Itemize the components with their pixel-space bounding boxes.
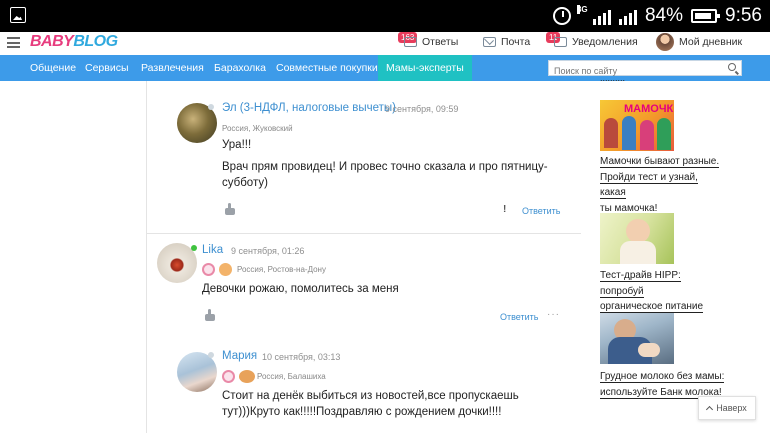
promo-image-milk-bank[interactable] xyxy=(600,313,674,364)
user-avatar[interactable] xyxy=(656,33,674,51)
twins-icon xyxy=(239,370,255,383)
comment-location: Россия, Балашиха xyxy=(257,372,326,381)
bell-icon xyxy=(554,37,567,47)
nav-item-flea-market[interactable]: Барахолка xyxy=(206,55,274,81)
status-bar: 3G 84% 9:56 xyxy=(0,0,770,32)
menu-icon[interactable] xyxy=(7,37,20,48)
comment-author[interactable]: Lika xyxy=(202,244,223,256)
babyblog-logo[interactable]: BABYBLOG xyxy=(30,33,118,51)
nav-item-services[interactable]: Сервисы xyxy=(77,55,137,81)
pregnancy-status-icon xyxy=(202,263,215,276)
comment-avatar[interactable] xyxy=(177,352,217,392)
diary-label: Мой дневник xyxy=(679,36,743,48)
comment-text-line: тут)))Круто как!!!!!Поздравляю с рождени… xyxy=(222,406,502,418)
comment-author[interactable]: Мария xyxy=(222,350,257,362)
comment-text-line: Девочки рожаю, помолитесь за меня xyxy=(202,283,399,295)
gallery-notification-icon xyxy=(10,7,26,23)
search-icon[interactable] xyxy=(728,63,736,71)
search-box xyxy=(548,60,742,78)
content-divider xyxy=(146,81,147,433)
site-header: BABYBLOG 163 Ответы Почта 11 Уведомления… xyxy=(0,32,770,55)
comment-text-line: субботу) xyxy=(222,177,268,189)
scroll-to-top-label: Наверх xyxy=(716,403,747,413)
promo-text-hipp[interactable]: Тест-драйв HIPP: попробуй органическое п… xyxy=(600,268,725,315)
comment-location: Россия, Жуковский xyxy=(222,124,293,133)
child-face-icon xyxy=(219,263,232,276)
signal-3g-icon: 3G xyxy=(576,5,611,25)
promo-image-moms[interactable]: МАМОЧКИ xyxy=(600,100,674,151)
pregnancy-status-icon xyxy=(222,370,235,383)
alarm-icon xyxy=(552,7,571,25)
nav-item-entertainment[interactable]: Развлечения xyxy=(133,55,212,81)
battery-percent: 84% xyxy=(644,5,684,26)
comment-separator xyxy=(146,233,581,234)
comment-text-line: Ура!!! xyxy=(222,139,252,151)
comment-date: 9 сентября, 09:59 xyxy=(385,104,459,114)
promo-image-hipp[interactable] xyxy=(600,213,674,264)
notifications-label: Уведомления xyxy=(572,36,638,48)
clock: 9:56 xyxy=(725,5,762,26)
comment-location: Россия, Ростов-на-Дону xyxy=(237,265,326,274)
scroll-to-top-button[interactable]: Наверх xyxy=(698,396,756,420)
search-input[interactable] xyxy=(549,64,719,78)
nav-item-communication[interactable]: Общение xyxy=(22,55,84,81)
report-icon[interactable]: ! xyxy=(503,204,506,215)
battery-icon xyxy=(691,9,721,23)
like-icon[interactable] xyxy=(225,203,235,215)
main-nav: Общение Сервисы Развлечения Барахолка Со… xyxy=(0,55,770,81)
offline-status-dot xyxy=(208,352,214,358)
comment-author[interactable]: Эл (3-НДФЛ, налоговые вычеты) xyxy=(222,102,396,114)
chevron-up-icon xyxy=(706,405,714,414)
nav-item-joint-purchases[interactable]: Совместные покупки xyxy=(268,55,386,81)
like-icon[interactable] xyxy=(205,309,215,321)
reply-button[interactable]: Ответить xyxy=(500,312,538,322)
nav-item-mom-experts[interactable]: Мамы-эксперты xyxy=(378,55,472,81)
comment-text-line: Врач прям провидец! И провес точно сказа… xyxy=(222,161,548,173)
answers-link[interactable]: 163 Ответы xyxy=(398,32,459,48)
mail-link[interactable]: Почта xyxy=(483,36,530,48)
mail-label: Почта xyxy=(501,36,531,48)
signal-2-icon xyxy=(618,7,637,25)
offline-status-dot xyxy=(208,104,214,110)
network-type-label: 3G xyxy=(576,5,588,14)
promo-text-moms[interactable]: Мамочки бывают разные. Пройди тест и узн… xyxy=(600,154,725,216)
chat-icon xyxy=(404,37,417,47)
comment-date: 10 сентября, 03:13 xyxy=(262,352,341,362)
notifications-link[interactable]: 11 Уведомления xyxy=(546,32,638,48)
answers-label: Ответы xyxy=(422,36,459,48)
promo-image-title: МАМОЧКИ xyxy=(624,103,674,115)
sidebar-cut-text: .......... xyxy=(600,79,700,85)
diary-link[interactable]: Мой дневник xyxy=(656,33,742,51)
more-options-icon[interactable]: ··· xyxy=(547,309,560,320)
online-status-dot xyxy=(191,245,197,251)
mail-icon xyxy=(483,37,496,47)
comment-date: 9 сентября, 01:26 xyxy=(231,246,305,256)
reply-button[interactable]: Ответить xyxy=(522,206,560,216)
